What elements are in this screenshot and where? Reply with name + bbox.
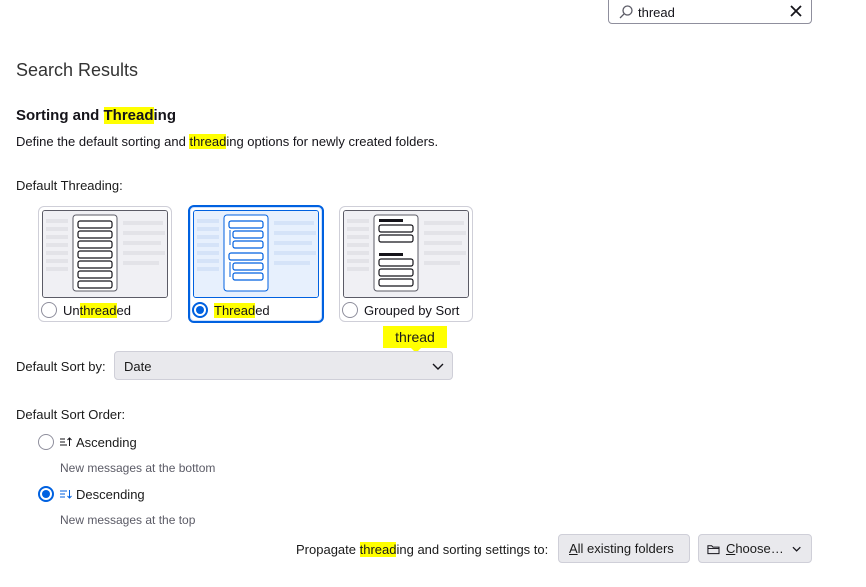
- unthreaded-label: Unthreaded: [63, 302, 131, 318]
- section-title: Sorting and Threading: [16, 107, 177, 124]
- propagate-label: Propagate threading and sorting settings…: [296, 542, 549, 557]
- ascending-hint: New messages at the bottom: [60, 461, 216, 475]
- page-title: Search Results: [16, 60, 139, 80]
- search-value: thread: [638, 5, 675, 20]
- grouped-preview-image: [343, 210, 469, 298]
- threaded-preview-image: [193, 210, 319, 298]
- folder-icon: [707, 544, 720, 554]
- chevron-down-icon: [432, 363, 444, 370]
- descending-label: Descending: [76, 486, 145, 502]
- grouped-by-sort-label: Grouped by Sort: [364, 302, 460, 318]
- threaded-radio[interactable]: [192, 302, 208, 318]
- ascending-label: Ascending: [76, 434, 137, 450]
- descending-radio[interactable]: [38, 486, 54, 502]
- sort-descending-icon: [60, 490, 72, 499]
- default-sort-by-label: Default Sort by:: [16, 359, 106, 374]
- unthreaded-radio[interactable]: [41, 302, 57, 318]
- chevron-down-icon: [792, 546, 801, 552]
- choose-folders-button[interactable]: Choose…: [698, 534, 812, 563]
- threading-option-threaded[interactable]: Threaded: [188, 205, 324, 323]
- threading-option-grouped-by-sort[interactable]: Grouped by Sort: [339, 206, 473, 322]
- descending-hint: New messages at the top: [60, 513, 196, 527]
- threading-option-unthreaded[interactable]: Unthreaded: [38, 206, 172, 322]
- unthreaded-preview-image: [42, 210, 168, 298]
- default-sort-order-label: Default Sort Order:: [16, 407, 126, 422]
- search-highlight-tooltip: thread: [383, 326, 447, 353]
- settings-page: thread Search Results Sorting and Thread…: [0, 0, 866, 587]
- sort-ascending-icon: [60, 437, 72, 446]
- section-description: Define the default sorting and threading…: [16, 134, 439, 149]
- ascending-radio[interactable]: [38, 434, 54, 450]
- default-threading-label: Default Threading:: [16, 178, 123, 193]
- sort-by-select[interactable]: Date: [114, 351, 453, 380]
- all-existing-folders-button[interactable]: All existing folders: [558, 534, 690, 563]
- grouped-by-sort-radio[interactable]: [342, 302, 358, 318]
- sort-by-value: Date: [124, 359, 152, 374]
- close-icon[interactable]: [787, 2, 805, 20]
- search-input[interactable]: thread: [608, 0, 812, 24]
- sort-ascending-option[interactable]: Ascending: [38, 433, 137, 451]
- search-icon: [619, 5, 633, 19]
- threaded-label: Threaded: [214, 302, 270, 318]
- sort-descending-option[interactable]: Descending: [38, 485, 145, 503]
